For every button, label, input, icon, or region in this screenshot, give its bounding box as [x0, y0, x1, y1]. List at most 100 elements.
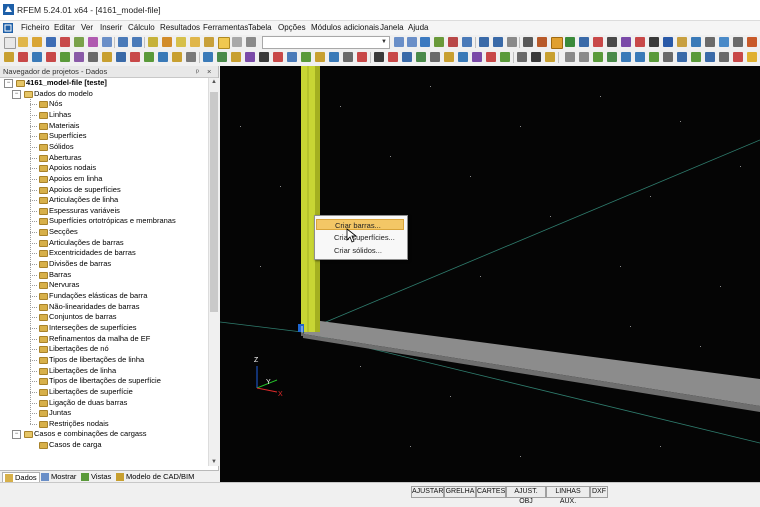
- tree-item-10[interactable]: Espessuras variáveis: [38, 206, 120, 217]
- polyline-tool-icon[interactable]: [593, 52, 603, 62]
- tree-item-15[interactable]: Divisões de barras: [38, 259, 111, 270]
- tree-item-26[interactable]: Tipos de libertações de superfície: [38, 376, 161, 387]
- parabola-tool-icon[interactable]: [649, 52, 659, 62]
- pan-icon[interactable]: [176, 37, 186, 47]
- view-x-icon[interactable]: [565, 37, 575, 47]
- print-preview-icon[interactable]: [74, 37, 84, 47]
- visibility-icon[interactable]: [649, 37, 659, 47]
- collapse-toggle-icon[interactable]: −: [12, 89, 21, 99]
- print-icon[interactable]: [60, 37, 70, 47]
- hinge-icon[interactable]: [74, 52, 84, 62]
- menu-ferramentas[interactable]: Ferramentas: [203, 23, 248, 32]
- tree-item-20[interactable]: Conjuntos de barras: [38, 312, 117, 323]
- dimension-icon[interactable]: [357, 52, 367, 62]
- line-tool-icon[interactable]: [565, 52, 575, 62]
- section-tool-icon[interactable]: [116, 52, 126, 62]
- tree-item-22[interactable]: Refinamentos da malha de EF: [38, 334, 150, 345]
- new-file-icon[interactable]: [4, 37, 16, 49]
- rectangle-tool-icon[interactable]: [677, 52, 687, 62]
- tree-item-27[interactable]: Libertações de superfície: [38, 387, 133, 398]
- tree-item-23[interactable]: Libertações de nó: [38, 344, 109, 355]
- menu-calculo[interactable]: Cálculo: [128, 23, 155, 32]
- lock-icon[interactable]: [677, 37, 687, 47]
- selection-icon[interactable]: [551, 37, 563, 49]
- quadrangle-tool-icon[interactable]: [705, 52, 715, 62]
- menu-tabela[interactable]: Tabela: [248, 23, 272, 32]
- zoom-icon[interactable]: [190, 37, 200, 47]
- status-ajust-obj[interactable]: AJUST. OBJ: [506, 486, 546, 505]
- perspective-icon[interactable]: [719, 37, 729, 47]
- scroll-thumb[interactable]: [210, 92, 218, 312]
- clip-icon[interactable]: [705, 37, 715, 47]
- undo-icon[interactable]: [118, 37, 128, 47]
- arc-tool-icon[interactable]: [579, 52, 589, 62]
- model-viewport-3d[interactable]: Z Y X: [220, 66, 760, 482]
- scale-icon[interactable]: [245, 52, 255, 62]
- wireframe-icon[interactable]: [523, 37, 533, 47]
- cancel-tool-icon[interactable]: [733, 52, 743, 62]
- dxf-icon[interactable]: [545, 52, 555, 62]
- tab-modelo-cad-bim[interactable]: Modelo de CAD/BIM: [116, 472, 194, 482]
- line-load-icon[interactable]: [158, 52, 168, 62]
- solid-icon[interactable]: [102, 52, 112, 62]
- tree-item-5[interactable]: Aberturas: [38, 153, 82, 164]
- tree-item-1[interactable]: Linhas: [38, 110, 71, 121]
- copy-move-icon[interactable]: [217, 52, 227, 62]
- tree-item-6[interactable]: Apoios nodais: [38, 163, 96, 174]
- menu-item-criar-solidos[interactable]: Criar sólidos...: [316, 245, 404, 256]
- menu-editar[interactable]: Editar: [54, 23, 75, 32]
- surface-load-icon[interactable]: [172, 52, 182, 62]
- tree-item-2[interactable]: Materiais: [38, 121, 79, 132]
- tree-item-12[interactable]: Secções: [38, 227, 78, 238]
- deformation-icon[interactable]: [434, 37, 444, 47]
- tree-item-11[interactable]: Superfícies ortotrópicas e membranas: [38, 216, 176, 227]
- snap-icon[interactable]: [343, 52, 353, 62]
- ellipse-tool-icon[interactable]: [635, 52, 645, 62]
- display-icon[interactable]: [663, 37, 673, 47]
- display-numbering-icon[interactable]: [486, 52, 496, 62]
- display-supports-icon[interactable]: [430, 52, 440, 62]
- display-loads-icon[interactable]: [444, 52, 454, 62]
- beam-surface[interactable]: [303, 320, 760, 406]
- tree-item-4[interactable]: Sólidos: [38, 142, 74, 153]
- tree-group-dados-modelo[interactable]: − Dados do modelo: [12, 89, 93, 100]
- guide-line-icon[interactable]: [531, 52, 541, 62]
- menu-modulos-adicionais[interactable]: Módulos adicionais: [311, 23, 379, 32]
- tree-item-24[interactable]: Tipos de libertações de linha: [38, 355, 144, 366]
- display-mesh-icon[interactable]: [472, 52, 482, 62]
- tree-group-casos-cargas[interactable]: − Casos e combinações de cargass: [12, 429, 147, 440]
- measure-icon[interactable]: [635, 37, 645, 47]
- calculator-icon[interactable]: [246, 37, 256, 47]
- menu-item-criar-barras[interactable]: Criar barras...: [316, 219, 404, 230]
- tree-item-7[interactable]: Apoios em linha: [38, 174, 102, 185]
- tree-item-3[interactable]: Superfícies: [38, 131, 87, 142]
- delete-icon[interactable]: [273, 52, 283, 62]
- polygon-tool-icon[interactable]: [691, 52, 701, 62]
- solid-model-icon[interactable]: [537, 37, 547, 47]
- extrude-icon[interactable]: [315, 52, 325, 62]
- support-node[interactable]: [298, 324, 304, 332]
- open-recent-icon[interactable]: [32, 37, 42, 47]
- tree-item-19[interactable]: Não-linearidades de barras: [38, 302, 139, 313]
- previous-icon[interactable]: [394, 37, 404, 47]
- view-z-icon[interactable]: [593, 37, 603, 47]
- display-results-icon[interactable]: [458, 52, 468, 62]
- load-case-combo[interactable]: ▼: [262, 36, 390, 49]
- graphic-printout-icon[interactable]: [88, 37, 98, 47]
- spline-tool-icon[interactable]: [607, 52, 617, 62]
- menu-ficheiro[interactable]: Ficheiro: [21, 23, 49, 32]
- scroll-up-icon[interactable]: ▲: [211, 79, 217, 85]
- status-ajustar[interactable]: AJUSTAR: [411, 486, 444, 498]
- status-grelha[interactable]: GRELHA: [444, 486, 476, 498]
- tree-item-29[interactable]: Juntas: [38, 408, 71, 419]
- filter-icon[interactable]: [462, 37, 472, 47]
- grid-icon[interactable]: [232, 37, 242, 47]
- mirror-icon[interactable]: [231, 52, 241, 62]
- open-folder-icon[interactable]: [18, 37, 28, 47]
- tree-item-21[interactable]: Interseções de superfícies: [38, 323, 137, 334]
- copy-icon[interactable]: [102, 37, 112, 47]
- status-cartes[interactable]: CARTES: [476, 486, 506, 498]
- line-icon[interactable]: [18, 52, 28, 62]
- rotate-model-icon[interactable]: [329, 52, 339, 62]
- tab-vistas[interactable]: Vistas: [81, 472, 111, 482]
